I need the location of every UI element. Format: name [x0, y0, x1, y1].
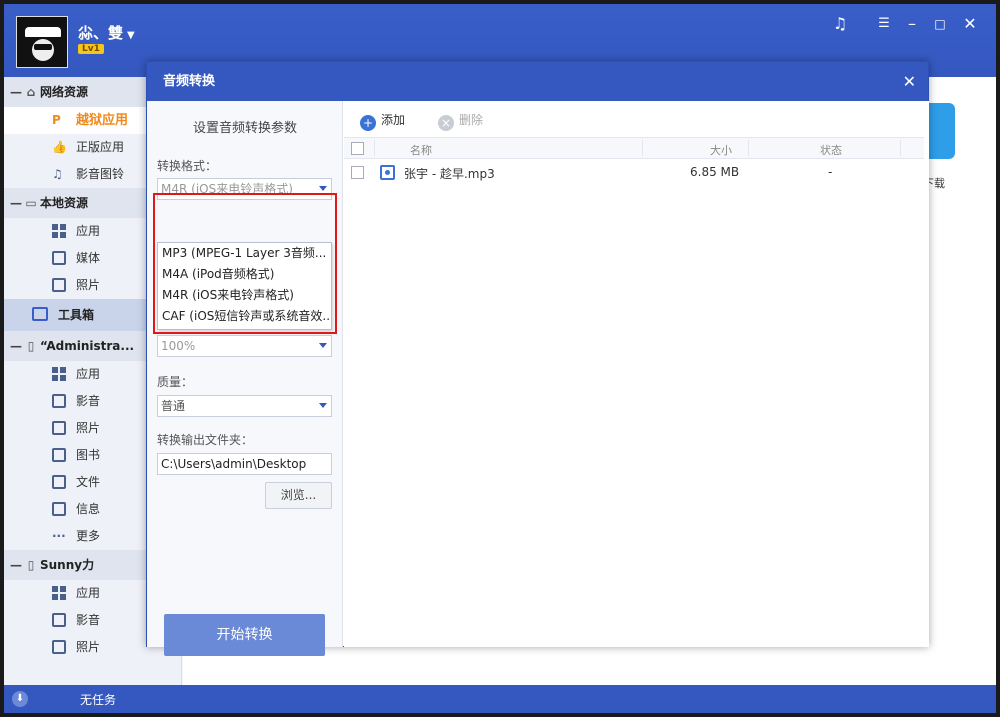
monitor-icon: ▭ [25, 196, 37, 210]
phone-icon: ▯ [27, 558, 35, 572]
file-name: 张宇 - 趁早.mp3 [404, 167, 495, 181]
grid-icon [52, 367, 66, 381]
book-icon [52, 448, 66, 462]
start-convert-button[interactable]: 开始转换 [164, 614, 325, 656]
task-status: 无任务 [80, 693, 117, 707]
message-icon [52, 502, 66, 516]
close-icon[interactable]: ✕ [903, 62, 916, 101]
col-status[interactable]: 状态 [820, 142, 842, 158]
browse-button[interactable]: 浏览... [265, 482, 332, 509]
music-note-icon: ♫ [52, 167, 63, 181]
convert-settings-panel: 设置音频转换参数 转换格式： M4R (iOS来电铃声格式) MP3 (MPEG… [147, 101, 343, 656]
col-name[interactable]: 名称 [410, 142, 432, 158]
toolbox-icon [32, 307, 48, 321]
file-list-panel: + 添加 × 删除 名称 大小 状态 张宇 - 趁早.mp3 6.85 MB - [344, 101, 929, 647]
annotation-highlight-box [153, 193, 337, 334]
video-icon [52, 394, 66, 408]
minimize-icon[interactable]: – [902, 14, 922, 34]
grid-icon [52, 586, 66, 600]
remove-icon: × [438, 115, 454, 131]
close-icon[interactable]: ✕ [960, 14, 980, 34]
status-bar: ⬇ 无任务 [4, 685, 996, 713]
quality-select[interactable]: 普通 [157, 395, 332, 417]
file-size: 6.85 MB [690, 165, 740, 179]
col-size[interactable]: 大小 [710, 142, 732, 158]
user-name[interactable]: 尛、雙 ▼ [78, 22, 135, 43]
audio-convert-dialog: 音频转换 ✕ 设置音频转换参数 转换格式： M4R (iOS来电铃声格式) MP… [146, 61, 929, 656]
delete-button[interactable]: × 删除 [438, 111, 483, 131]
select-all-checkbox[interactable] [351, 142, 364, 155]
photo-icon [52, 421, 66, 435]
chevron-down-icon [319, 186, 327, 191]
output-folder-field[interactable]: C:\Users\admin\Desktop [157, 453, 332, 475]
file-icon [52, 475, 66, 489]
home-icon: ⌂ [26, 85, 36, 99]
table-header: 名称 大小 状态 [344, 137, 924, 159]
phone-icon: ▯ [27, 339, 35, 353]
settings-heading: 设置音频转换参数 [192, 121, 297, 136]
video-icon [52, 251, 66, 265]
quality-label: 质量： [157, 375, 194, 389]
row-checkbox[interactable] [351, 166, 364, 179]
volume-select[interactable]: 100% [157, 335, 332, 357]
more-icon: ··· [52, 529, 66, 543]
thumb-icon: 👍 [52, 140, 67, 154]
download-icon[interactable]: ⬇ [12, 691, 28, 707]
maximize-icon[interactable]: □ [930, 14, 950, 34]
dialog-title: 音频转换 [163, 74, 216, 89]
p-icon: P [52, 113, 61, 127]
music-icon[interactable]: ♫ [830, 14, 850, 34]
output-folder-label: 转换输出文件夹： [157, 433, 254, 447]
table-row[interactable]: 张宇 - 趁早.mp3 6.85 MB - [344, 160, 924, 186]
photo-icon [52, 640, 66, 654]
avatar[interactable] [16, 16, 68, 68]
dialog-header: 音频转换 ✕ [147, 62, 928, 101]
file-toolbar: + 添加 × 删除 [344, 101, 929, 137]
level-badge: Lv1 [78, 44, 104, 54]
chevron-down-icon [319, 403, 327, 408]
menu-icon[interactable]: ☰ [874, 14, 894, 34]
add-button[interactable]: + 添加 [360, 111, 405, 131]
grid-icon [52, 224, 66, 238]
chevron-down-icon[interactable]: ▼ [127, 30, 135, 41]
chevron-down-icon [319, 343, 327, 348]
format-label: 转换格式： [157, 159, 218, 173]
audio-file-icon [380, 165, 395, 180]
file-status: - [828, 165, 833, 179]
plus-icon: + [360, 115, 376, 131]
video-icon [52, 613, 66, 627]
photo-icon [52, 278, 66, 292]
